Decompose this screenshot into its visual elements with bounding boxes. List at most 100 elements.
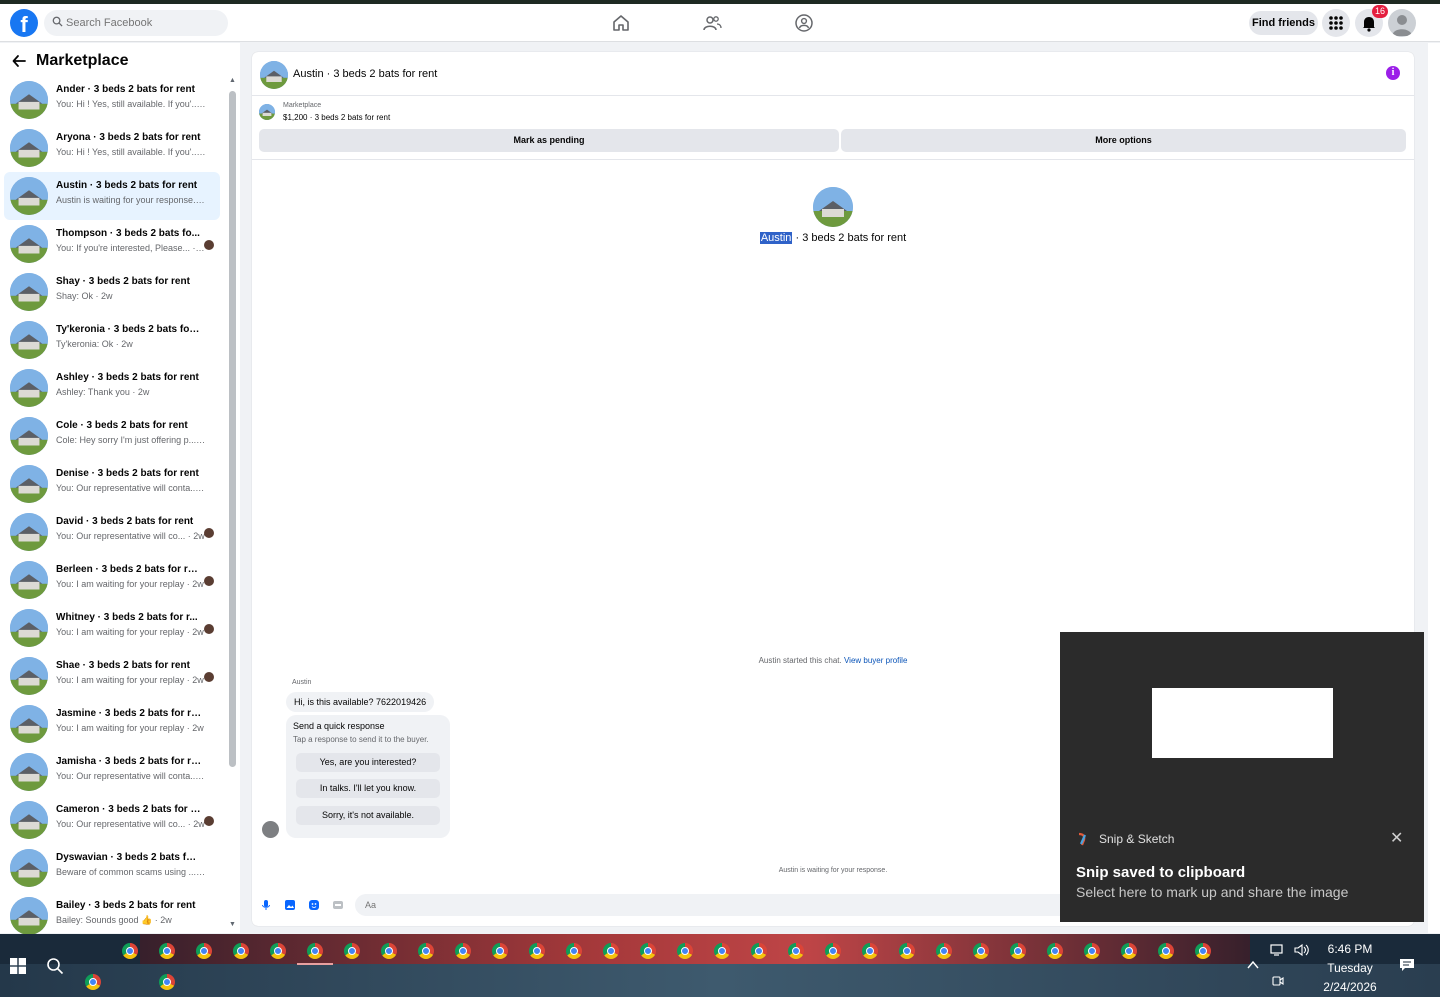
conversation-item[interactable]: Whitney · 3 beds 2 bats for r... You: I a… bbox=[4, 604, 220, 652]
chrome-window-icon[interactable] bbox=[1121, 943, 1137, 959]
chrome-window-icon[interactable] bbox=[973, 943, 989, 959]
chrome-window-icon[interactable] bbox=[270, 943, 286, 959]
conversation-item[interactable]: Cole · 3 beds 2 bats for rent Cole: Hey s… bbox=[4, 412, 220, 460]
chrome-window-icon[interactable] bbox=[788, 943, 804, 959]
conversation-item[interactable]: Austin · 3 beds 2 bats for rent Austin is… bbox=[4, 172, 220, 220]
chrome-window-icon[interactable] bbox=[159, 943, 175, 959]
chrome-window-icon[interactable] bbox=[529, 943, 545, 959]
account-avatar[interactable] bbox=[1388, 9, 1416, 37]
chrome-window-icon[interactable] bbox=[1010, 943, 1026, 959]
chrome-window-icon[interactable] bbox=[936, 943, 952, 959]
listing-large-thumbnail[interactable] bbox=[813, 187, 853, 227]
find-friends-button[interactable]: Find friends bbox=[1249, 11, 1318, 35]
quick-response-title: Send a quick response bbox=[293, 721, 385, 731]
chrome-window-icon[interactable] bbox=[1195, 943, 1211, 959]
listing-thumbnail[interactable] bbox=[260, 61, 288, 89]
chrome-window-icon[interactable] bbox=[899, 943, 915, 959]
conversation-item[interactable]: Berleen · 3 beds 2 bats for rent You: I a… bbox=[4, 556, 220, 604]
gif-icon[interactable] bbox=[332, 899, 344, 911]
search-box[interactable] bbox=[44, 10, 228, 36]
conversation-item[interactable]: Denise · 3 beds 2 bats for rent You: Our … bbox=[4, 460, 220, 508]
facebook-logo-icon[interactable]: f bbox=[10, 9, 38, 37]
chrome-window-icon[interactable] bbox=[862, 943, 878, 959]
sender-avatar[interactable] bbox=[262, 821, 279, 838]
back-arrow-icon[interactable] bbox=[12, 54, 26, 68]
quick-response-card: Send a quick response Tap a response to … bbox=[286, 715, 450, 838]
chrome-window-icon[interactable] bbox=[492, 943, 508, 959]
mark-as-pending-button[interactable]: Mark as pending bbox=[259, 129, 839, 152]
chrome-window-icon[interactable] bbox=[603, 943, 619, 959]
menu-button[interactable] bbox=[1322, 9, 1350, 37]
listing-price[interactable]: $1,200 · 3 beds 2 bats for rent bbox=[283, 113, 390, 122]
chrome-window-icon[interactable] bbox=[825, 943, 841, 959]
taskbar-search-icon[interactable] bbox=[46, 957, 64, 975]
chrome-window-icon[interactable] bbox=[344, 943, 360, 959]
scroll-up-arrow[interactable]: ▲ bbox=[228, 77, 237, 84]
chrome-window-icon[interactable] bbox=[381, 943, 397, 959]
conversation-item[interactable]: Ashley · 3 beds 2 bats for rent Ashley: T… bbox=[4, 364, 220, 412]
conversation-preview: Beware of common scams using ... · 2w bbox=[56, 867, 206, 877]
chrome-window-icon[interactable] bbox=[714, 943, 730, 959]
conversation-title: Bailey · 3 beds 2 bats for rent bbox=[56, 900, 196, 911]
conversation-item[interactable]: Jamisha · 3 beds 2 bats for rent You: Our… bbox=[4, 748, 220, 796]
conversation-item[interactable]: David · 3 beds 2 bats for rent You: Our r… bbox=[4, 508, 220, 556]
volume-icon[interactable] bbox=[1294, 943, 1310, 957]
chrome-window-icon[interactable] bbox=[1084, 943, 1100, 959]
tray-chevron-icon[interactable] bbox=[1247, 960, 1259, 970]
chrome-window-icon[interactable] bbox=[1158, 943, 1174, 959]
chrome-window-icon[interactable] bbox=[196, 943, 212, 959]
conversation-item[interactable]: Cameron · 3 beds 2 bats for r... You: Our… bbox=[4, 796, 220, 844]
notification-close-icon[interactable]: ✕ bbox=[1390, 828, 1403, 848]
seen-avatar bbox=[204, 576, 214, 586]
more-options-button[interactable]: More options bbox=[841, 129, 1406, 152]
conversation-item[interactable]: Shay · 3 beds 2 bats for rent Shay: Ok · … bbox=[4, 268, 220, 316]
chrome-window-icon[interactable] bbox=[233, 943, 249, 959]
taskbar-clock[interactable]: 6:46 PM Tuesday 2/24/2026 bbox=[1316, 940, 1384, 997]
chrome-window-icon[interactable] bbox=[455, 943, 471, 959]
house-photo-icon bbox=[10, 801, 48, 839]
view-buyer-profile-link[interactable]: View buyer profile bbox=[844, 656, 907, 665]
listing-small-thumbnail[interactable] bbox=[259, 104, 275, 120]
conversation-item[interactable]: Thompson · 3 beds 2 bats fo... You: If yo… bbox=[4, 220, 220, 268]
microphone-icon[interactable] bbox=[260, 899, 272, 911]
conversation-item[interactable]: Ty'keronia · 3 beds 2 bats for re... Ty'k… bbox=[4, 316, 220, 364]
chrome-window-icon[interactable] bbox=[751, 943, 767, 959]
network-icon[interactable] bbox=[1270, 943, 1286, 957]
conversation-item[interactable]: Aryona · 3 beds 2 bats for rent You: Hi !… bbox=[4, 124, 220, 172]
conversation-item[interactable]: Bailey · 3 beds 2 bats for rent Bailey: S… bbox=[4, 892, 220, 940]
search-input[interactable] bbox=[66, 10, 222, 36]
conversation-item[interactable]: Ander · 3 beds 2 bats for rent You: Hi ! … bbox=[4, 76, 220, 124]
home-icon[interactable] bbox=[611, 13, 631, 33]
sticker-icon[interactable] bbox=[308, 899, 320, 911]
photo-icon[interactable] bbox=[284, 899, 296, 911]
page-scrollbar[interactable] bbox=[1428, 43, 1440, 933]
conversation-list: Ander · 3 beds 2 bats for rent You: Hi ! … bbox=[4, 76, 220, 940]
quick-response-interested[interactable]: Yes, are you interested? bbox=[296, 753, 440, 772]
chrome-window-icon[interactable] bbox=[122, 943, 138, 959]
sidebar-scrollbar-thumb[interactable] bbox=[229, 91, 236, 767]
chrome-window-icon[interactable] bbox=[418, 943, 434, 959]
chrome-window-icon[interactable] bbox=[1047, 943, 1063, 959]
chrome-window-icon[interactable] bbox=[640, 943, 656, 959]
snip-preview-image[interactable] bbox=[1152, 688, 1333, 758]
chrome-window-icon[interactable] bbox=[677, 943, 693, 959]
scroll-down-arrow[interactable]: ▼ bbox=[228, 921, 237, 928]
groups-icon[interactable] bbox=[794, 13, 814, 33]
chrome-window-icon[interactable] bbox=[307, 943, 323, 959]
conversation-item[interactable]: Dyswavian · 3 beds 2 bats for r... Beware… bbox=[4, 844, 220, 892]
quick-response-in-talks[interactable]: In talks. I'll let you know. bbox=[296, 779, 440, 798]
chrome-window-icon[interactable] bbox=[85, 974, 101, 990]
windows-start-icon[interactable] bbox=[10, 958, 26, 974]
conversation-item[interactable]: Shae · 3 beds 2 bats for rent You: I am w… bbox=[4, 652, 220, 700]
meet-now-icon[interactable] bbox=[1272, 974, 1284, 988]
chrome-window-icon[interactable] bbox=[566, 943, 582, 959]
house-photo-icon bbox=[10, 81, 48, 119]
action-center-icon[interactable] bbox=[1399, 958, 1415, 972]
quick-response-not-available[interactable]: Sorry, it's not available. bbox=[296, 806, 440, 825]
chrome-window-icon[interactable] bbox=[159, 974, 175, 990]
info-icon[interactable]: i bbox=[1386, 66, 1400, 80]
friends-icon[interactable] bbox=[702, 13, 722, 33]
conversation-item[interactable]: Jasmine · 3 beds 2 bats for rent You: I a… bbox=[4, 700, 220, 748]
house-photo-icon bbox=[260, 61, 288, 89]
snip-sketch-notification[interactable]: Snip & Sketch ✕ Snip saved to clipboard … bbox=[1060, 632, 1424, 922]
